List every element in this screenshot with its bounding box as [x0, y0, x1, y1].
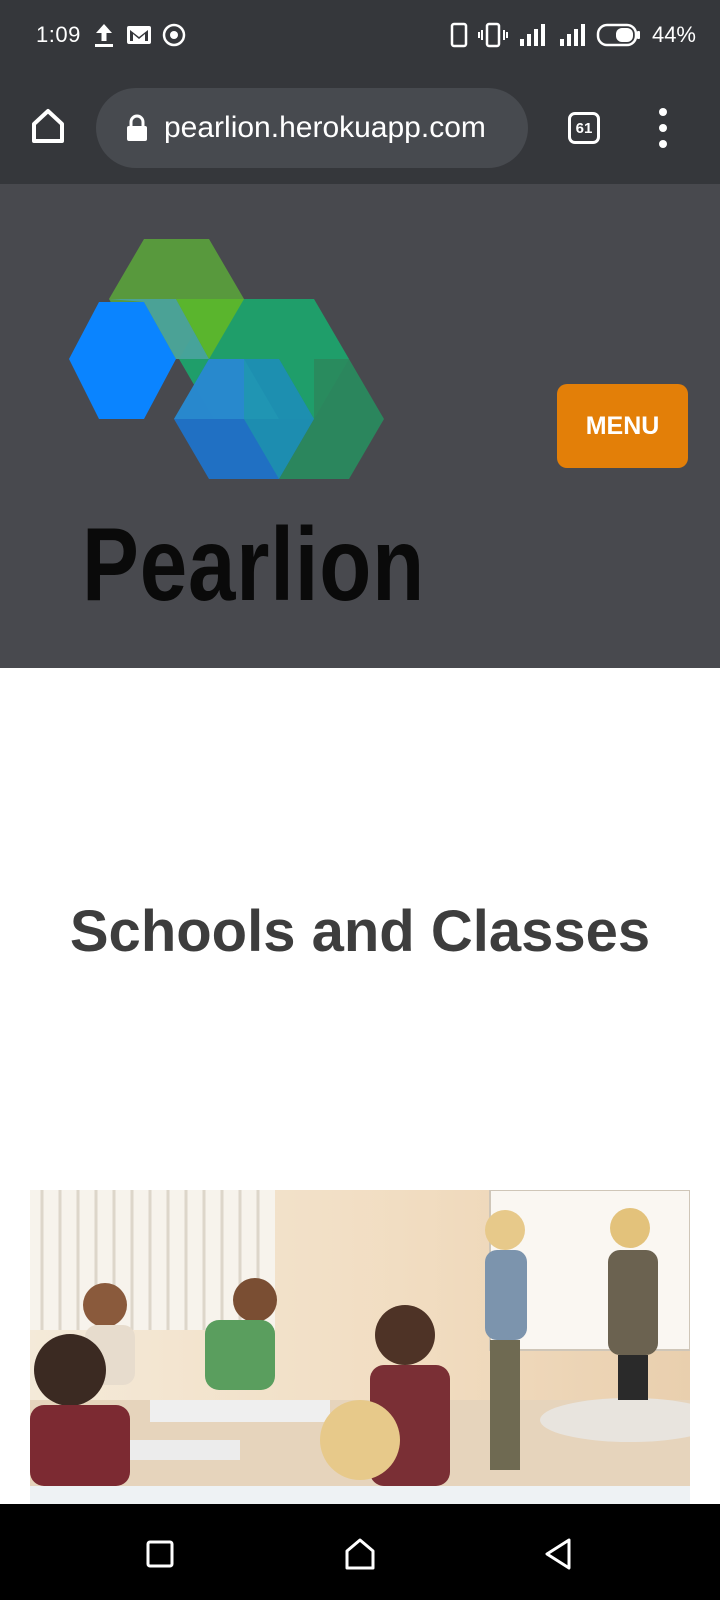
- tab-switcher-button[interactable]: 61: [564, 108, 604, 148]
- site-header: Pearlion MENU: [0, 184, 720, 668]
- back-triangle-icon: [545, 1538, 571, 1570]
- menu-button[interactable]: MENU: [557, 384, 688, 468]
- battery-icon: [596, 23, 640, 47]
- back-button[interactable]: [536, 1532, 580, 1576]
- home-nav-button[interactable]: [338, 1532, 382, 1576]
- vibrate-icon: [477, 22, 508, 48]
- signal-icon: [519, 24, 545, 46]
- status-bar: 1:09 44%: [0, 0, 720, 72]
- page-title: Schools and Classes: [69, 899, 651, 964]
- target-icon: [162, 23, 186, 47]
- system-icons: 44%: [450, 20, 696, 50]
- home-icon: [32, 109, 64, 143]
- square-icon: [146, 1540, 174, 1568]
- lock-icon: [122, 113, 152, 143]
- content-card: [30, 1486, 690, 1504]
- status-time: 1:09: [36, 22, 81, 47]
- browser-toolbar: pearlion.herokuapp.com 61: [0, 72, 720, 184]
- battery-percent: 44%: [651, 22, 696, 47]
- tab-count: 61: [568, 112, 600, 144]
- logo-wordmark: Pearlion: [82, 507, 426, 623]
- notification-icons: [92, 20, 186, 50]
- phone-outline-icon: [450, 22, 468, 48]
- classroom-photo: [30, 1190, 690, 1486]
- signal-icon: [559, 24, 585, 46]
- upload-icon: [95, 24, 113, 47]
- address-bar[interactable]: pearlion.herokuapp.com: [96, 88, 528, 168]
- classroom-image: [30, 1190, 690, 1486]
- gmail-icon: [127, 26, 151, 44]
- dot: [659, 124, 667, 132]
- home-button[interactable]: [24, 102, 72, 150]
- url-text: pearlion.herokuapp.com: [164, 111, 486, 144]
- dot: [659, 108, 667, 116]
- navigation-bar: [0, 1504, 720, 1600]
- home-outline-icon: [345, 1538, 375, 1570]
- recent-apps-button[interactable]: [138, 1532, 182, 1576]
- dot: [659, 140, 667, 148]
- more-options-button[interactable]: [648, 108, 678, 148]
